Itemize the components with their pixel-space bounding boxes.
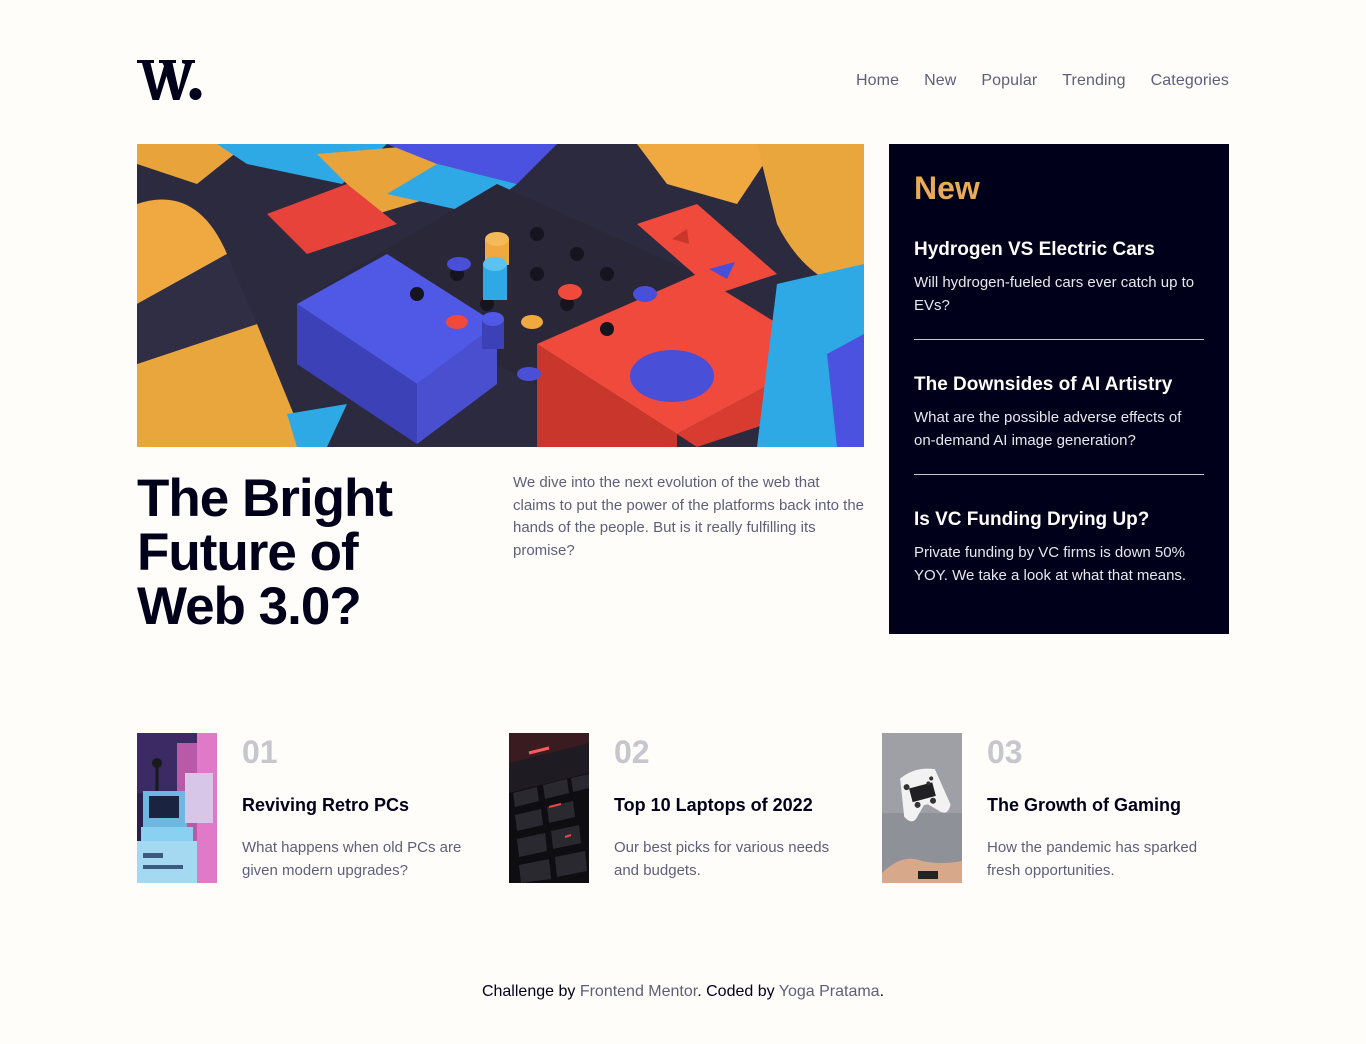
card-title[interactable]: Reviving Retro PCs bbox=[242, 793, 409, 817]
new-item-description: Will hydrogen-fueled cars ever catch up … bbox=[914, 274, 1195, 314]
new-item-title[interactable]: Hydrogen VS Electric Cars bbox=[914, 238, 1204, 262]
card-number: 01 bbox=[242, 734, 278, 770]
frontend-mentor-link[interactable]: Frontend Mentor bbox=[580, 983, 697, 1000]
laptop-thumbnail[interactable] bbox=[509, 733, 589, 883]
article-card[interactable]: 02 Top 10 Laptops of 2022 Our best picks… bbox=[509, 733, 854, 883]
new-item[interactable]: Hydrogen VS Electric Cars Will hydrogen-… bbox=[914, 206, 1204, 340]
new-item-description: What are the possible adverse effects of… bbox=[914, 409, 1182, 449]
new-articles-panel: New Hydrogen VS Electric Cars Will hydro… bbox=[889, 144, 1229, 634]
nav-trending[interactable]: Trending bbox=[1062, 72, 1125, 90]
article-card[interactable]: 03 The Growth of Gaming How the pandemic… bbox=[882, 733, 1227, 883]
card-title[interactable]: The Growth of Gaming bbox=[987, 793, 1181, 817]
card-description: Our best picks for various needs and bud… bbox=[614, 839, 830, 879]
article-card[interactable]: 01 Reviving Retro PCs What happens when … bbox=[137, 733, 482, 883]
main-nav: Home New Popular Trending Categories bbox=[856, 72, 1229, 90]
new-item[interactable]: Is VC Funding Drying Up? Private funding… bbox=[914, 475, 1204, 587]
site-footer: Challenge by Frontend Mentor. Coded by Y… bbox=[0, 983, 1366, 1001]
page-container: Home New Popular Trending Categories The… bbox=[137, 0, 1229, 1044]
hero-image bbox=[137, 144, 864, 447]
new-heading: New bbox=[914, 170, 980, 206]
retro-pcs-thumbnail[interactable] bbox=[137, 733, 217, 883]
hero-illustration bbox=[137, 144, 864, 447]
card-description: How the pandemic has sparked fresh oppor… bbox=[987, 839, 1198, 879]
site-header: Home New Popular Trending Categories bbox=[137, 58, 1229, 104]
card-title[interactable]: Top 10 Laptops of 2022 bbox=[614, 793, 813, 817]
nav-popular[interactable]: Popular bbox=[981, 72, 1037, 90]
hero-title: The Bright Future of Web 3.0? bbox=[137, 472, 467, 634]
new-item-description: Private funding by VC firms is down 50% … bbox=[914, 544, 1187, 584]
new-item[interactable]: The Downsides of AI Artistry What are th… bbox=[914, 340, 1204, 475]
nav-categories[interactable]: Categories bbox=[1151, 72, 1229, 90]
logo-w[interactable] bbox=[137, 58, 203, 102]
footer-prefix: Challenge by bbox=[481, 983, 576, 1000]
nav-home[interactable]: Home bbox=[856, 72, 899, 90]
new-item-title[interactable]: The Downsides of AI Artistry bbox=[914, 373, 1204, 397]
card-number: 03 bbox=[987, 734, 1023, 770]
hero-title-line-1: The Bright bbox=[137, 469, 393, 528]
footer-suffix: . bbox=[879, 983, 885, 1000]
nav-new[interactable]: New bbox=[924, 72, 956, 90]
author-link[interactable]: Yoga Pratama bbox=[779, 983, 880, 1000]
new-item-title[interactable]: Is VC Funding Drying Up? bbox=[914, 508, 1204, 532]
hero-title-line-2: Future of bbox=[137, 523, 359, 582]
hero-description: We dive into the next evolution of the w… bbox=[513, 474, 865, 559]
gaming-thumbnail[interactable] bbox=[882, 733, 962, 883]
hero-title-line-3: Web 3.0? bbox=[137, 577, 362, 636]
hero-right-column: We dive into the next evolution of the w… bbox=[513, 472, 864, 562]
card-number: 02 bbox=[614, 734, 650, 770]
footer-middle: . Coded by bbox=[697, 983, 775, 1000]
card-description: What happens when old PCs are given mode… bbox=[242, 839, 462, 879]
